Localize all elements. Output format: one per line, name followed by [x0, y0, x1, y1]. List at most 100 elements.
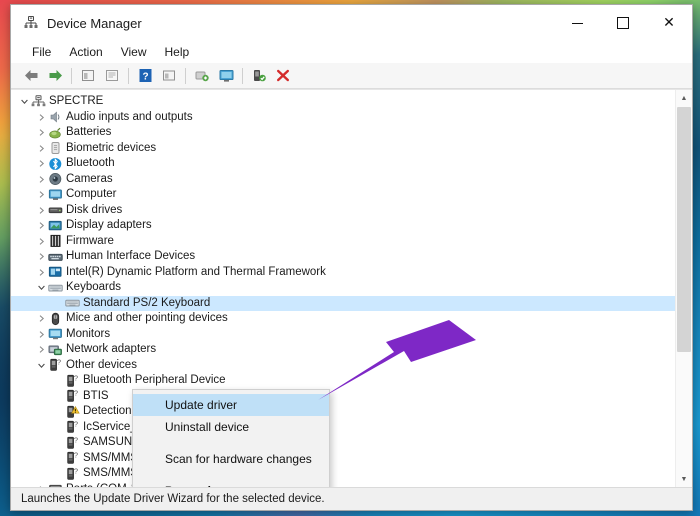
- help-button[interactable]: ?: [133, 65, 157, 87]
- panel-icon: [80, 68, 96, 83]
- scroll-down-icon[interactable]: ▼: [676, 471, 692, 487]
- chevron-right-icon[interactable]: [36, 314, 47, 323]
- minimize-button[interactable]: [554, 5, 600, 41]
- context-menu-item-uninstall-device[interactable]: Uninstall device: [133, 416, 329, 438]
- chevron-right-icon[interactable]: [36, 330, 47, 339]
- tree-item[interactable]: Ports (COM & LPT): [11, 482, 675, 488]
- scan-icon: [194, 68, 210, 83]
- unknown-device-icon: ?: [64, 389, 80, 403]
- question-icon: ?: [138, 68, 153, 83]
- disk-icon: [47, 203, 63, 217]
- tree-item-label: Intel(R) Dynamic Platform and Thermal Fr…: [66, 265, 326, 280]
- menu-file[interactable]: File: [23, 43, 60, 61]
- tree-item-label: SPECTRE: [49, 94, 103, 109]
- chevron-right-icon[interactable]: [36, 221, 47, 230]
- tree-item-label: BTIS: [83, 389, 109, 404]
- context-menu-item-scan-for-hardware-changes[interactable]: Scan for hardware changes: [133, 448, 329, 470]
- device-tree[interactable]: SPECTREAudio inputs and outputsBatteries…: [11, 90, 675, 487]
- context-menu-item-properties[interactable]: Properties: [133, 480, 329, 487]
- tree-item-label: Computer: [66, 187, 117, 202]
- tree-item[interactable]: Mice and other pointing devices: [11, 311, 675, 327]
- tree-item[interactable]: Intel(R) Dynamic Platform and Thermal Fr…: [11, 265, 675, 281]
- chevron-right-icon[interactable]: [36, 268, 47, 277]
- keyboard-icon: [47, 281, 63, 295]
- menu-view[interactable]: View: [112, 43, 156, 61]
- show-hidden-devices-button[interactable]: [76, 65, 100, 87]
- chevron-down-icon[interactable]: [36, 283, 47, 292]
- unknown-device-icon: ?: [64, 374, 80, 388]
- toolbar: ?: [11, 63, 692, 89]
- maximize-button[interactable]: [600, 5, 646, 41]
- chevron-right-icon[interactable]: [36, 190, 47, 199]
- tree-item[interactable]: Audio inputs and outputs: [11, 110, 675, 126]
- tree-item[interactable]: ?BTIS: [11, 389, 675, 405]
- chevron-right-icon[interactable]: [36, 345, 47, 354]
- close-icon: ✕: [663, 16, 675, 30]
- camera-icon: [47, 172, 63, 186]
- properties-button[interactable]: [100, 65, 124, 87]
- update-driver-button[interactable]: [157, 65, 181, 87]
- back-button[interactable]: [19, 65, 43, 87]
- tree-item[interactable]: Computer: [11, 187, 675, 203]
- window-title: Device Manager: [47, 16, 142, 31]
- tree-item[interactable]: ?SAMSUNGDEVICE: [11, 435, 675, 451]
- tree-item[interactable]: ?IcService_New: [11, 420, 675, 436]
- tree-item[interactable]: Keyboards: [11, 280, 675, 296]
- tree-item-label: Bluetooth: [66, 156, 115, 171]
- tree-item[interactable]: Batteries: [11, 125, 675, 141]
- chevron-right-icon[interactable]: [36, 206, 47, 215]
- tree-item[interactable]: Detection Verification: [11, 404, 675, 420]
- chevron-right-icon[interactable]: [36, 128, 47, 137]
- tree-item[interactable]: Human Interface Devices: [11, 249, 675, 265]
- chevron-down-icon[interactable]: [36, 361, 47, 370]
- panel2-icon: [161, 68, 177, 83]
- tree-item[interactable]: Standard PS/2 Keyboard: [11, 296, 675, 312]
- display-button[interactable]: [214, 65, 238, 87]
- svg-text:?: ?: [73, 451, 77, 459]
- arrow-right-icon: [47, 68, 64, 83]
- device-manager-icon: [23, 15, 39, 31]
- close-button[interactable]: ✕: [646, 5, 692, 41]
- tree-item[interactable]: Bluetooth: [11, 156, 675, 172]
- tree-item[interactable]: SPECTRE: [11, 94, 675, 110]
- tree-item[interactable]: Firmware: [11, 234, 675, 250]
- menu-help[interactable]: Help: [156, 43, 199, 61]
- red-x-icon: [275, 68, 291, 83]
- tree-item-label: SMS/MMS: [83, 466, 138, 481]
- tree-item[interactable]: Cameras: [11, 172, 675, 188]
- menu-action[interactable]: Action: [60, 43, 111, 61]
- tree-item[interactable]: ?SMS/MMS: [11, 466, 675, 482]
- tree-item[interactable]: ?Other devices: [11, 358, 675, 374]
- chevron-right-icon[interactable]: [36, 252, 47, 261]
- scroll-up-icon[interactable]: ▲: [676, 90, 692, 106]
- forward-button[interactable]: [43, 65, 67, 87]
- tree-item[interactable]: Biometric devices: [11, 141, 675, 157]
- svg-text:?: ?: [56, 358, 60, 366]
- warning-device-icon: [64, 405, 80, 419]
- chevron-right-icon[interactable]: [36, 113, 47, 122]
- tree-item[interactable]: Network adapters: [11, 342, 675, 358]
- uninstall-device-button[interactable]: [271, 65, 295, 87]
- tree-item[interactable]: ?Bluetooth Peripheral Device: [11, 373, 675, 389]
- tree-item[interactable]: ?SMS/MMS: [11, 451, 675, 467]
- chevron-right-icon[interactable]: [36, 237, 47, 246]
- menu-bar: File Action View Help: [11, 41, 692, 63]
- toolbar-separator-4: [242, 68, 243, 84]
- hid-icon: [47, 250, 63, 264]
- firmware-icon: [47, 234, 63, 248]
- context-menu-item-update-driver[interactable]: Update driver: [133, 394, 329, 416]
- tree-item[interactable]: Monitors: [11, 327, 675, 343]
- tree-item-label: Firmware: [66, 234, 114, 249]
- scan-hardware-button[interactable]: [190, 65, 214, 87]
- scrollbar-thumb[interactable]: [677, 107, 691, 352]
- chevron-right-icon[interactable]: [36, 144, 47, 153]
- enable-device-button[interactable]: [247, 65, 271, 87]
- unknown-device-icon: ?: [64, 451, 80, 465]
- chevron-right-icon[interactable]: [36, 485, 47, 487]
- chevron-right-icon[interactable]: [36, 175, 47, 184]
- chevron-down-icon[interactable]: [19, 97, 30, 106]
- tree-item[interactable]: Disk drives: [11, 203, 675, 219]
- tree-item[interactable]: Display adapters: [11, 218, 675, 234]
- vertical-scrollbar[interactable]: ▲ ▼: [675, 90, 692, 487]
- chevron-right-icon[interactable]: [36, 159, 47, 168]
